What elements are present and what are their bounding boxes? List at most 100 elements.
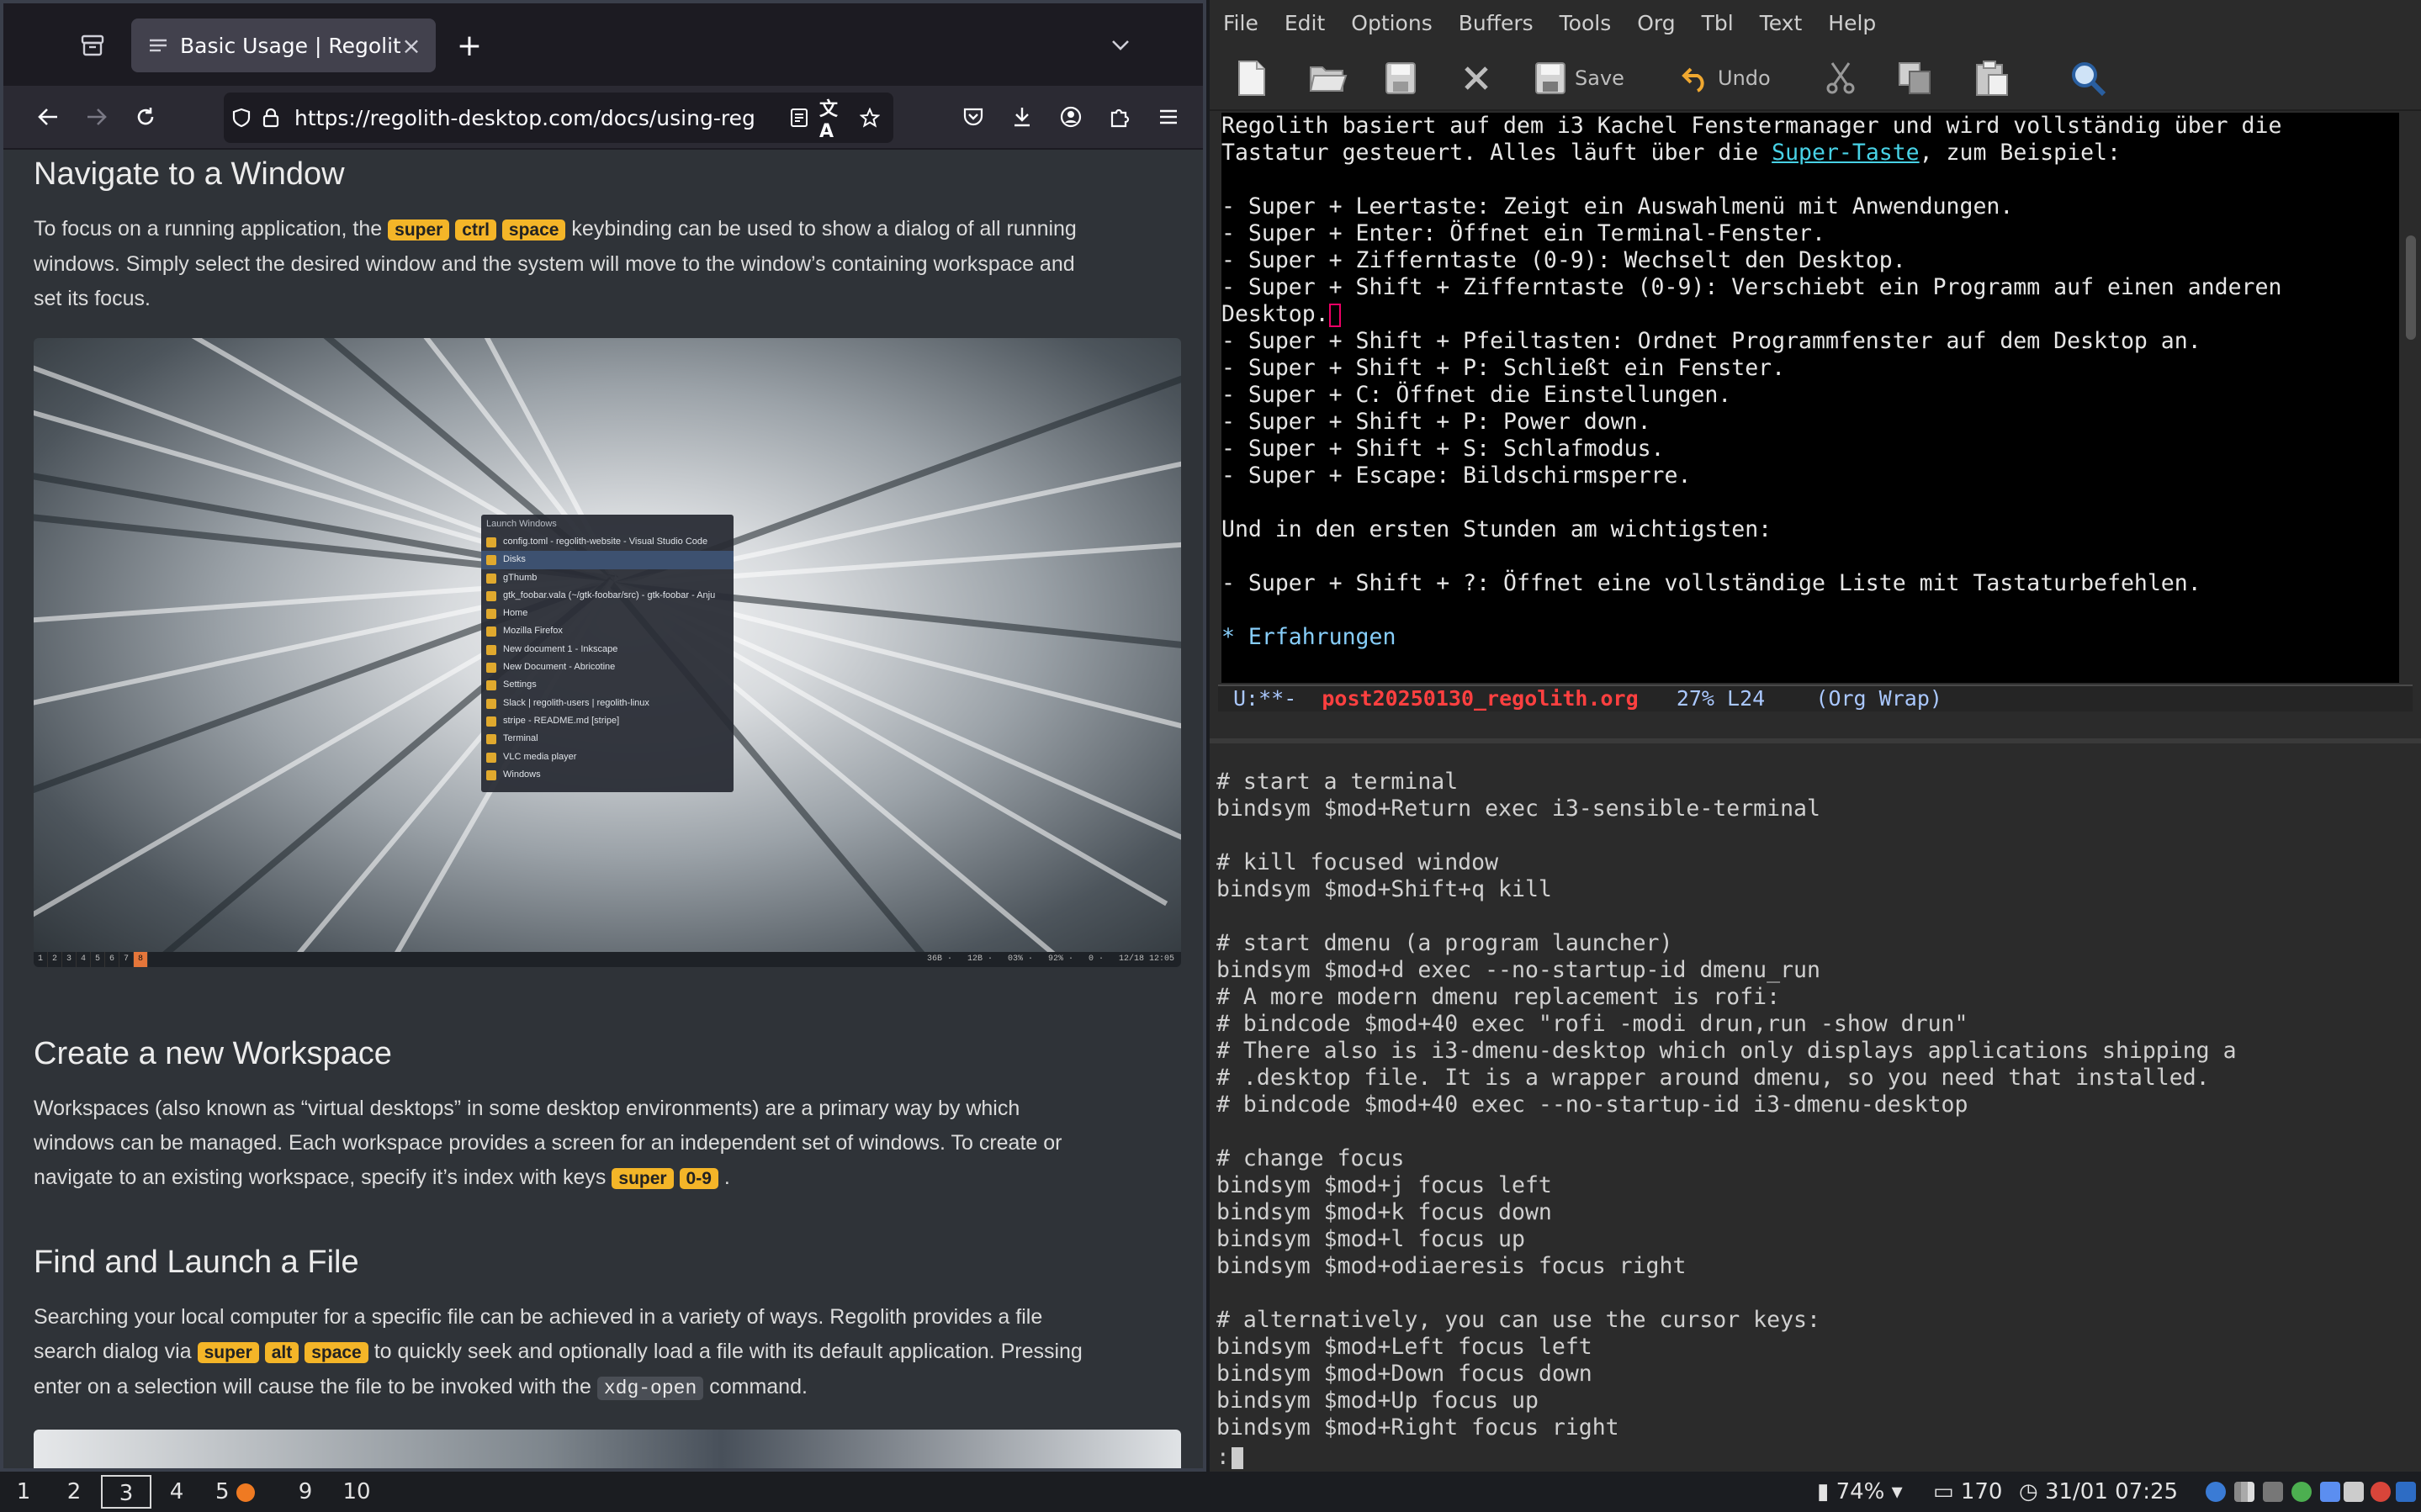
menu-buffers[interactable]: Buffers <box>1459 11 1534 35</box>
lock-screen-icon[interactable] <box>2396 1482 2416 1502</box>
screenshot-file-search <box>34 1430 1181 1468</box>
launcher-item[interactable]: stripe - README.md [stripe] <box>481 712 734 730</box>
signal-bars-icon[interactable] <box>2234 1482 2254 1502</box>
shield-icon[interactable] <box>232 108 251 128</box>
launcher-item[interactable]: config.toml - regolith-website - Visual … <box>481 533 734 551</box>
cut-icon[interactable] <box>1824 57 1857 99</box>
search-icon[interactable] <box>2069 57 2106 99</box>
launcher-header: Launch Windows <box>486 519 557 529</box>
open-folder-icon[interactable] <box>1309 57 1348 99</box>
org-heading[interactable]: * Erfahrungen <box>1221 624 1396 651</box>
modeline-buffer-name[interactable]: post20250130_regolith.org <box>1322 686 1638 711</box>
account-icon[interactable] <box>1052 98 1090 136</box>
launcher-item[interactable]: Slack | regolith-users | regolith-linux <box>481 695 734 712</box>
workspace-10[interactable]: 10 <box>340 1475 373 1509</box>
battery-indicator[interactable]: ▮ 74% ▾ <box>1817 1472 1903 1512</box>
forward-icon[interactable] <box>77 98 116 136</box>
launcher-item[interactable]: New document 1 - Inkscape <box>481 641 734 658</box>
extensions-icon[interactable] <box>1100 98 1139 136</box>
launcher-item[interactable]: VLC media player <box>481 748 734 766</box>
translate-icon[interactable]: 文A <box>819 94 850 142</box>
reader-view-icon[interactable] <box>784 108 814 128</box>
active-tab[interactable]: Basic Usage | Regolith × <box>131 19 436 72</box>
terminal-line: # bindcode $mod+40 exec --no-startup-id … <box>1216 1092 1968 1118</box>
bookmark-star-icon[interactable] <box>855 108 885 128</box>
launcher-item[interactable]: Settings <box>481 676 734 694</box>
new-file-icon[interactable] <box>1237 57 1267 99</box>
scrollbar[interactable] <box>2406 235 2416 340</box>
launcher-item[interactable]: Disks <box>481 551 734 569</box>
back-icon[interactable] <box>29 98 67 136</box>
notifications-indicator[interactable]: ▭ 170 <box>1933 1472 2002 1512</box>
launcher-item[interactable]: gtk_foobar.vala (~/gtk-foobar/src) - gtk… <box>481 587 734 605</box>
new-tab-icon[interactable]: + <box>448 25 491 66</box>
org-line: - Super + Enter: Öffnet ein Terminal-Fen… <box>1221 220 1825 246</box>
menu-tbl[interactable]: Tbl <box>1702 11 1734 35</box>
workspace-1[interactable]: 1 <box>12 1475 35 1509</box>
copy-icon[interactable] <box>1898 57 1933 99</box>
hamburger-menu-icon[interactable] <box>1149 98 1188 136</box>
downloads-icon[interactable] <box>1003 98 1041 136</box>
list-tabs-chevron-icon[interactable] <box>1094 27 1147 64</box>
menu-options[interactable]: Options <box>1351 11 1432 35</box>
url-bar[interactable]: https://regolith-desktop.com/docs/using-… <box>224 93 893 143</box>
paragraph-navigate-window: To focus on a running application, the s… <box>34 217 1077 310</box>
blue-tray-icon[interactable] <box>2320 1482 2340 1502</box>
workspace-5[interactable]: 5 <box>215 1475 274 1509</box>
paragraph-workspace: Workspaces (also known as “virtual deskt… <box>34 1097 1062 1189</box>
workspace-4[interactable]: 4 <box>165 1475 188 1509</box>
menu-text[interactable]: Text <box>1760 11 1803 35</box>
workspace-3-active[interactable]: 3 <box>101 1475 151 1509</box>
green-app-icon[interactable] <box>2291 1482 2312 1502</box>
org-line: - Super + Shift + ?: Öffnet eine vollstä… <box>1221 570 2201 596</box>
terminal-line: # A more modern dmenu replacement is rof… <box>1216 984 1781 1010</box>
heading-create-workspace: Create a new Workspace <box>34 1036 392 1071</box>
close-tab-icon[interactable]: × <box>400 32 422 60</box>
wifi-icon[interactable] <box>2263 1482 2283 1502</box>
org-line: - Super + Shift + P: Schließt ein Fenste… <box>1221 355 1786 381</box>
super-taste-link[interactable]: Super-Taste <box>1772 140 1920 166</box>
lock-icon[interactable] <box>262 108 279 128</box>
launcher-item[interactable]: Terminal <box>481 730 734 748</box>
undo-button[interactable]: Undo <box>1681 57 1771 99</box>
mail-icon[interactable] <box>2344 1482 2364 1502</box>
menu-edit[interactable]: Edit <box>1285 11 1325 35</box>
launcher-item[interactable]: New Document - Abricotine <box>481 658 734 676</box>
terminal-line: bindsym $mod+d exec --no-startup-id dmen… <box>1216 957 1820 983</box>
terminal-line: # .desktop file. It is a wrapper around … <box>1216 1065 2210 1091</box>
modeline-mode[interactable]: (Org Wrap) <box>1815 686 1942 711</box>
terminal-line: bindsym $mod+odiaeresis focus right <box>1216 1253 1687 1279</box>
modeline-position: 27% L24 <box>1676 686 1766 711</box>
terminal-pane[interactable]: # start a terminal bindsym $mod+Return ex… <box>1216 769 2411 1450</box>
org-buffer[interactable]: Regolith basiert auf dem i3 Kachel Fenst… <box>1221 113 2399 683</box>
workspace-9[interactable]: 9 <box>293 1475 318 1509</box>
launcher-item[interactable]: gThumb <box>481 569 734 587</box>
menu-tools[interactable]: Tools <box>1560 11 1612 35</box>
close-buffer-icon[interactable] <box>1462 57 1491 99</box>
minibuffer[interactable]: : <box>1216 1445 1243 1470</box>
workspace-2[interactable]: 2 <box>62 1475 86 1509</box>
clock[interactable]: ◷ 31/01 07:25 <box>2019 1472 2178 1512</box>
network-globe-icon[interactable] <box>2206 1482 2226 1502</box>
launcher-item[interactable]: Windows <box>481 766 734 784</box>
menu-org[interactable]: Org <box>1637 11 1675 35</box>
mini-workspace: 7 <box>119 952 134 967</box>
save-disk-icon[interactable] <box>1385 57 1417 99</box>
window-divider[interactable] <box>1210 738 2421 743</box>
org-line: - Super + Escape: Bildschirmsperre. <box>1221 463 1692 489</box>
mini-status-bar: 12345678 36B · 12B · 03% · 92% · 0 · 12/… <box>34 952 1181 967</box>
launcher-item[interactable]: Home <box>481 605 734 622</box>
firefox-view-icon[interactable] <box>74 29 111 62</box>
save-button[interactable]: Save <box>1534 57 1624 99</box>
mini-workspace: 1 <box>34 952 48 967</box>
menu-file[interactable]: File <box>1223 11 1258 35</box>
record-icon[interactable] <box>2371 1482 2391 1502</box>
terminal-line: bindsym $mod+Down focus down <box>1216 1361 1592 1387</box>
reload-icon[interactable] <box>126 98 165 136</box>
terminal-line: # alternatively, you can use the cursor … <box>1216 1307 1820 1333</box>
launcher-item[interactable]: Mozilla Firefox <box>481 622 734 640</box>
paste-icon[interactable] <box>1975 57 2010 99</box>
pocket-icon[interactable] <box>954 98 993 136</box>
menu-help[interactable]: Help <box>1828 11 1876 35</box>
firefox-window: Basic Usage | Regolith × + https://regol… <box>0 0 1206 1472</box>
